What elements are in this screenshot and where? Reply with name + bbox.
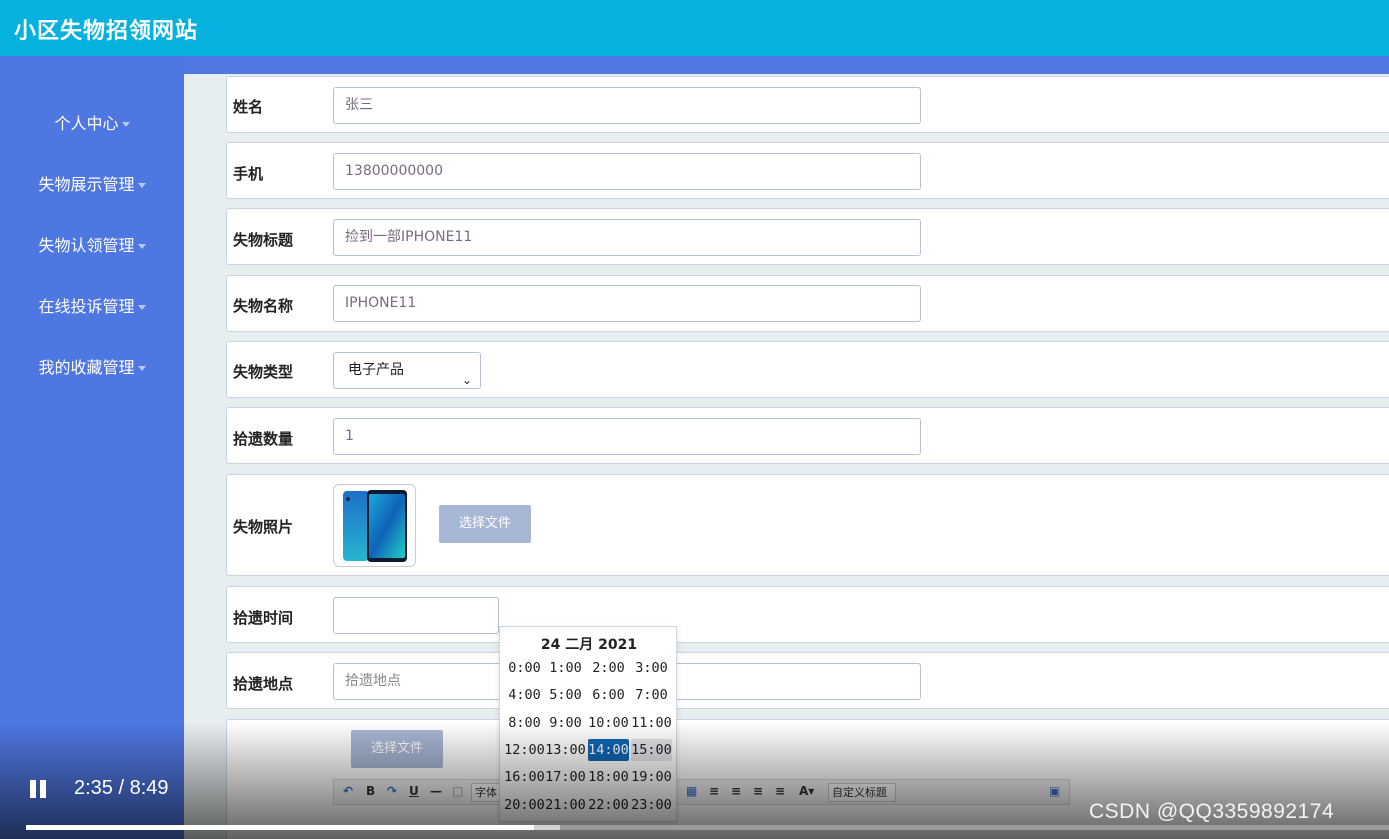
- redo-icon[interactable]: ↷: [387, 784, 397, 798]
- sidebar-item-lost-display[interactable]: 失物展示管理: [0, 171, 184, 195]
- sidebar-item-favorites[interactable]: 我的收藏管理: [0, 354, 184, 378]
- font-color-icon[interactable]: A▾: [799, 784, 814, 798]
- hour-option[interactable]: 15:00: [631, 738, 672, 761]
- caret-down-icon: [137, 244, 146, 249]
- hour-option[interactable]: 10:00: [588, 712, 629, 734]
- fullscreen-icon[interactable]: ▣: [1049, 784, 1060, 798]
- field-label: 手机: [233, 165, 264, 183]
- hour-option[interactable]: 23:00: [631, 794, 672, 816]
- field-label: 失物照片: [233, 518, 294, 536]
- datepicker-header[interactable]: 24 二月 2021: [500, 634, 678, 654]
- datetime-picker: 24 二月 2021 0:00 1:00 2:00 3:00 4:00 5:00 6:00 7…: [499, 626, 677, 822]
- field-label: 拾遗地点: [233, 675, 294, 693]
- caret-down-icon: [121, 122, 130, 127]
- form-row-phone: 手机 13800000000: [226, 142, 1389, 199]
- photo-thumbnail: [333, 484, 416, 567]
- hour-option[interactable]: 20:00: [504, 794, 545, 816]
- form-row-quantity: 拾遗数量 1: [226, 407, 1389, 464]
- sidebar-item-label: 失物认领管理: [38, 236, 135, 255]
- item-name-input[interactable]: IPHONE11: [333, 285, 921, 322]
- title-input[interactable]: 捡到一部IPHONE11: [333, 219, 921, 256]
- hour-option[interactable]: 22:00: [588, 794, 629, 816]
- form-row-photo: 失物照片 选择文件: [226, 474, 1389, 576]
- sidebar-item-personal-center[interactable]: 个人中心: [0, 110, 184, 134]
- hour-option[interactable]: 8:00: [504, 712, 545, 734]
- field-label: 姓名: [233, 98, 264, 116]
- paste-icon[interactable]: □: [452, 784, 463, 798]
- hour-option[interactable]: 13:00: [545, 739, 586, 761]
- align-right-icon[interactable]: ≡: [753, 784, 763, 798]
- form-row-place: 拾遗地点 拾遗地点: [226, 652, 1389, 709]
- sidebar-item-label: 失物展示管理: [38, 175, 135, 194]
- hour-option[interactable]: 14:00: [588, 738, 629, 761]
- field-label: 拾遗数量: [233, 430, 294, 448]
- form-row-type: 失物类型 电子产品 ⌄: [226, 341, 1389, 398]
- type-select[interactable]: 电子产品 ⌄: [333, 352, 481, 389]
- heading-select[interactable]: 自定义标题: [828, 783, 896, 802]
- hour-option[interactable]: 18:00: [588, 766, 629, 788]
- video-time: 2:35 / 8:49: [74, 777, 169, 799]
- form-row-time: 拾遗时间: [226, 586, 1389, 643]
- field-label: 失物名称: [233, 297, 294, 315]
- undo-icon[interactable]: ↶: [343, 784, 353, 798]
- sidebar-item-label: 在线投诉管理: [38, 297, 135, 316]
- choose-file-button[interactable]: 选择文件: [439, 505, 531, 543]
- caret-down-icon: [137, 183, 146, 188]
- hour-option[interactable]: 4:00: [504, 684, 545, 706]
- sidebar-item-label: 我的收藏管理: [38, 358, 135, 377]
- site-title: 小区失物招领网站: [14, 19, 199, 44]
- field-label: 失物类型: [233, 363, 294, 381]
- hour-option[interactable]: 19:00: [631, 766, 672, 788]
- form-row-title: 失物标题 捡到一部IPHONE11: [226, 208, 1389, 265]
- hour-option[interactable]: 17:00: [545, 766, 586, 788]
- field-label: 失物标题: [233, 231, 294, 249]
- content-gutter: [184, 74, 226, 839]
- hour-option[interactable]: 0:00: [504, 657, 545, 679]
- form-row-item-name: 失物名称 IPHONE11: [226, 275, 1389, 332]
- quantity-input[interactable]: 1: [333, 418, 921, 455]
- align-justify-icon[interactable]: ≡: [775, 784, 785, 798]
- hour-option[interactable]: 3:00: [631, 657, 672, 679]
- table-icon[interactable]: ▦: [686, 784, 697, 798]
- editor-choose-file-button[interactable]: 选择文件: [351, 730, 443, 768]
- top-strip: [0, 56, 1389, 74]
- align-center-icon[interactable]: ≡: [731, 784, 741, 798]
- watermark: CSDN @QQ3359892174: [1089, 800, 1335, 823]
- chevron-down-icon: ⌄: [461, 373, 472, 387]
- sidebar: 个人中心 失物展示管理 失物认领管理 在线投诉管理 我的收藏管理: [0, 56, 184, 839]
- hour-option[interactable]: 9:00: [545, 712, 586, 734]
- bold-icon[interactable]: B: [366, 784, 375, 798]
- caret-down-icon: [137, 366, 146, 371]
- hour-option[interactable]: 7:00: [631, 684, 672, 706]
- hour-option[interactable]: 5:00: [545, 684, 586, 706]
- phone-input[interactable]: 13800000000: [333, 153, 921, 190]
- pause-icon[interactable]: [29, 780, 47, 798]
- name-input[interactable]: 张三: [333, 87, 921, 124]
- hour-option[interactable]: 2:00: [588, 657, 629, 679]
- hour-option[interactable]: 21:00: [545, 794, 586, 816]
- hour-option[interactable]: 16:00: [504, 766, 545, 788]
- hour-option[interactable]: 6:00: [588, 684, 629, 706]
- hour-option[interactable]: 1:00: [545, 657, 586, 679]
- hour-option[interactable]: 12:00: [504, 739, 545, 761]
- editor-toolbar: ↶ B ↷ U — □ 字体 ▦ ≡ ≡ ≡ ≡ A▾ 自定义标题 ▣: [333, 779, 1070, 805]
- top-bar: 小区失物招领网站: [0, 0, 1389, 56]
- video-progress-fill[interactable]: [26, 825, 534, 830]
- underline-icon[interactable]: U: [409, 784, 419, 798]
- field-label: 拾遗时间: [233, 609, 294, 627]
- hour-option[interactable]: 11:00: [631, 712, 672, 734]
- time-input[interactable]: [333, 597, 499, 634]
- form-row-name: 姓名 张三: [226, 76, 1389, 133]
- sidebar-item-complaint[interactable]: 在线投诉管理: [0, 293, 184, 317]
- align-left-icon[interactable]: ≡: [709, 784, 719, 798]
- type-select-value: 电子产品: [348, 362, 404, 378]
- caret-down-icon: [137, 305, 146, 310]
- font-select[interactable]: 字体: [471, 783, 501, 802]
- horizontal-rule-icon[interactable]: —: [430, 784, 442, 798]
- sidebar-item-claim[interactable]: 失物认领管理: [0, 232, 184, 256]
- sidebar-item-label: 个人中心: [54, 114, 119, 133]
- phone-image: [343, 490, 407, 562]
